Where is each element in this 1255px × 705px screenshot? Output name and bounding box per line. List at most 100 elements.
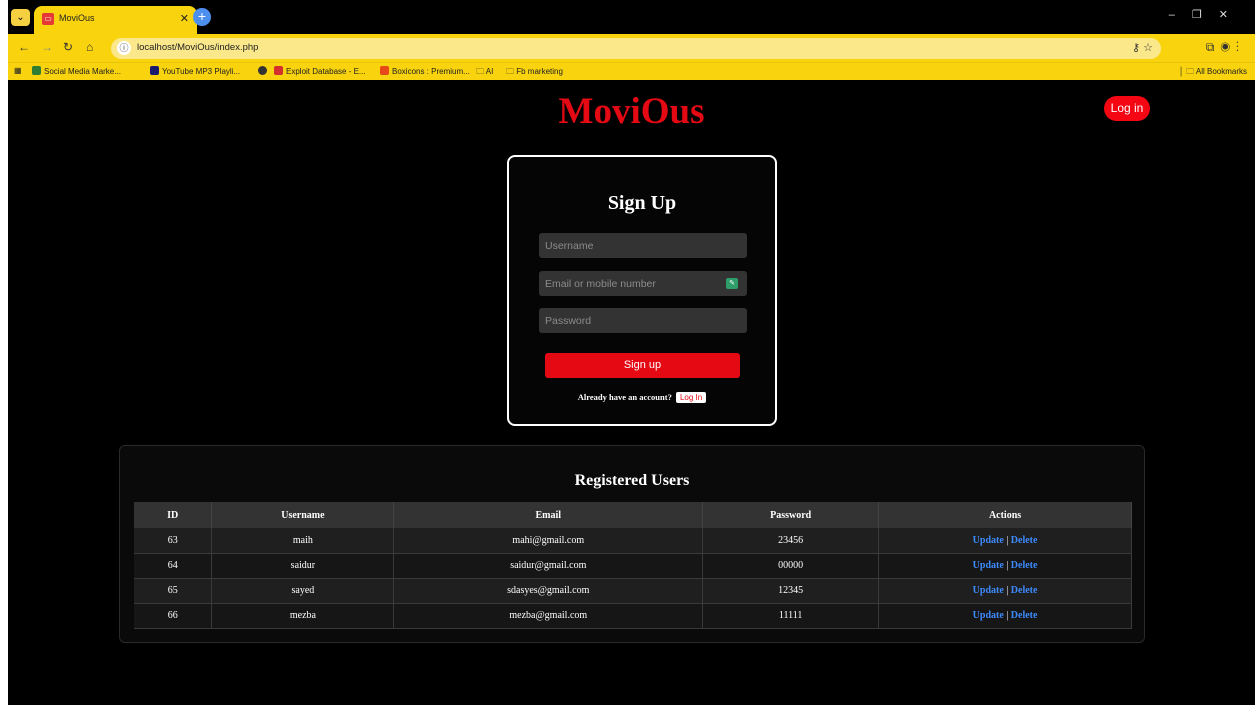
update-link[interactable]: Update	[973, 585, 1004, 596]
table-header-row: ID Username Email Password Actions	[134, 502, 1132, 528]
new-tab-icon[interactable]: +	[193, 8, 211, 26]
cell-id: 65	[134, 578, 213, 604]
cell-password: 11111	[702, 603, 880, 629]
profile-icon[interactable]: ◉	[1220, 40, 1236, 54]
bookmark-label: AI	[485, 67, 494, 76]
table-row: 66 mezba mezba@gmail.com 11111 Update | …	[134, 603, 1132, 629]
delete-link[interactable]: Delete	[1011, 535, 1038, 546]
cell-email: mezba@gmail.com	[393, 603, 704, 629]
omnibox-icons: ⚷ ☆	[1132, 41, 1153, 54]
column-header: Username	[211, 502, 395, 528]
autofill-icon[interactable]: ✎	[726, 278, 738, 289]
bookmark-star-icon[interactable]: ☆	[1143, 42, 1153, 54]
username-input[interactable]	[539, 233, 747, 258]
cell-username: sayed	[211, 578, 395, 604]
folder-icon: 🗀	[476, 67, 486, 76]
delete-link[interactable]: Delete	[1011, 560, 1038, 571]
table-row: 64 saidur saidur@gmail.com 00000 Update …	[134, 553, 1132, 579]
bookmark-github[interactable]	[258, 66, 270, 76]
apps-icon[interactable]: ▦	[14, 66, 22, 75]
favicon-icon: ▭	[42, 13, 54, 25]
action-separator: |	[1006, 534, 1009, 546]
folder-icon: │ 🗀	[1178, 67, 1196, 76]
back-icon[interactable]: ←	[18, 40, 30, 54]
bookmark-exploit-db[interactable]: Exploit Database - E...	[274, 66, 366, 76]
url-text[interactable]: localhost/MoviOus/index.php	[137, 42, 258, 53]
bookmark-folder-ai[interactable]: 🗀 AI	[476, 66, 493, 80]
cell-actions: Update | Delete	[878, 603, 1132, 629]
browser-window: ⌄ ▭ MoviOus ✕ + –❐✕ ← → ↻ ⌂ ⓘ localhost/…	[8, 0, 1255, 705]
cell-username: maih	[211, 528, 395, 554]
table-row: 65 sayed sdasyes@gmail.com 12345 Update …	[134, 578, 1132, 604]
bookmarks-bar: ▦ Social Media Marke... YouTube MP3 Play…	[8, 62, 1255, 80]
users-table: ID Username Email Password Actions 63 ma…	[134, 502, 1132, 629]
cell-id: 64	[134, 553, 213, 579]
bookmark-label: Exploit Database - E...	[286, 67, 366, 76]
cell-id: 63	[134, 528, 213, 554]
bookmark-social-media[interactable]: Social Media Marke...	[32, 66, 121, 76]
reload-icon[interactable]: ↻	[63, 40, 73, 54]
bookmark-icon	[380, 66, 389, 75]
update-link[interactable]: Update	[973, 535, 1004, 546]
update-link[interactable]: Update	[973, 610, 1004, 621]
update-link[interactable]: Update	[973, 560, 1004, 571]
signup-button[interactable]: Sign up	[545, 353, 740, 378]
cell-username: saidur	[211, 553, 395, 579]
password-key-icon[interactable]: ⚷	[1132, 42, 1140, 54]
extensions-icon[interactable]: ⧉	[1206, 40, 1221, 54]
all-bookmarks[interactable]: │ 🗀 All Bookmarks	[1179, 66, 1247, 80]
site-info-icon[interactable]: ⓘ	[117, 41, 131, 55]
column-header: ID	[134, 502, 213, 528]
column-header: Email	[393, 502, 704, 528]
delete-link[interactable]: Delete	[1011, 585, 1038, 596]
column-header: Actions	[878, 502, 1132, 528]
signup-form: Sign Up ✎ Sign up Already have an accoun…	[507, 155, 777, 426]
password-input[interactable]	[539, 308, 747, 333]
users-title: Registered Users	[574, 472, 690, 489]
action-separator: |	[1006, 610, 1009, 621]
folder-icon: 🗀	[506, 67, 517, 76]
brand-logo[interactable]: MoviOus	[8, 90, 1255, 133]
bookmark-label: Fb marketing	[516, 67, 563, 76]
tab-bar: ⌄ ▭ MoviOus ✕ + –❐✕	[8, 0, 1255, 34]
cell-email: sdasyes@gmail.com	[393, 578, 704, 604]
minimize-icon[interactable]: –	[1169, 9, 1192, 21]
column-header: Password	[702, 502, 880, 528]
bookmark-icon	[150, 66, 159, 75]
bookmark-youtube-mp3[interactable]: YouTube MP3 Playli...	[150, 66, 240, 76]
login-link[interactable]: Log In	[675, 392, 707, 403]
action-separator: |	[1006, 585, 1009, 596]
tab-movious[interactable]: ▭ MoviOus ✕	[34, 6, 197, 34]
bookmark-icon	[32, 66, 41, 75]
close-tab-icon[interactable]: ✕	[180, 12, 189, 25]
home-icon[interactable]: ⌂	[86, 40, 93, 54]
cell-actions: Update | Delete	[878, 578, 1132, 604]
table-row: 63 maih mahi@gmail.com 23456 Update | De…	[134, 528, 1132, 554]
delete-link[interactable]: Delete	[1011, 610, 1038, 621]
window-controls: –❐✕	[1169, 8, 1245, 21]
close-window-icon[interactable]: ✕	[1219, 9, 1245, 21]
restore-icon[interactable]: ❐	[1192, 9, 1219, 21]
address-bar[interactable]: ⓘ localhost/MoviOus/index.php ⚷ ☆	[111, 38, 1161, 59]
cell-actions: Update | Delete	[878, 528, 1132, 554]
cell-email: mahi@gmail.com	[393, 528, 704, 554]
cell-password: 12345	[702, 578, 880, 604]
login-prompt: Already have an account? Log In	[509, 392, 775, 403]
bookmark-boxicons[interactable]: Boxicons : Premium...	[380, 66, 470, 76]
action-separator: |	[1006, 560, 1009, 571]
page-content: MoviOus Log in Sign Up ✎ Sign up Already…	[8, 80, 1255, 705]
bookmark-label: Boxicons : Premium...	[392, 67, 470, 76]
cell-actions: Update | Delete	[878, 553, 1132, 579]
bookmark-label: Social Media Marke...	[44, 67, 121, 76]
bookmark-label: YouTube MP3 Playli...	[162, 67, 241, 76]
github-icon	[258, 66, 267, 75]
menu-icon[interactable]: ⋮	[1236, 40, 1245, 54]
header-login-button[interactable]: Log in	[1104, 96, 1150, 121]
tab-search-icon[interactable]: ⌄	[11, 9, 30, 26]
cell-id: 66	[134, 603, 213, 629]
bookmark-folder-fb[interactable]: 🗀 Fb marketing	[506, 66, 563, 80]
forward-icon[interactable]: →	[41, 40, 53, 54]
already-text: Already have an account?	[577, 392, 672, 402]
signup-title: Sign Up	[607, 192, 677, 214]
email-input[interactable]	[539, 271, 747, 296]
